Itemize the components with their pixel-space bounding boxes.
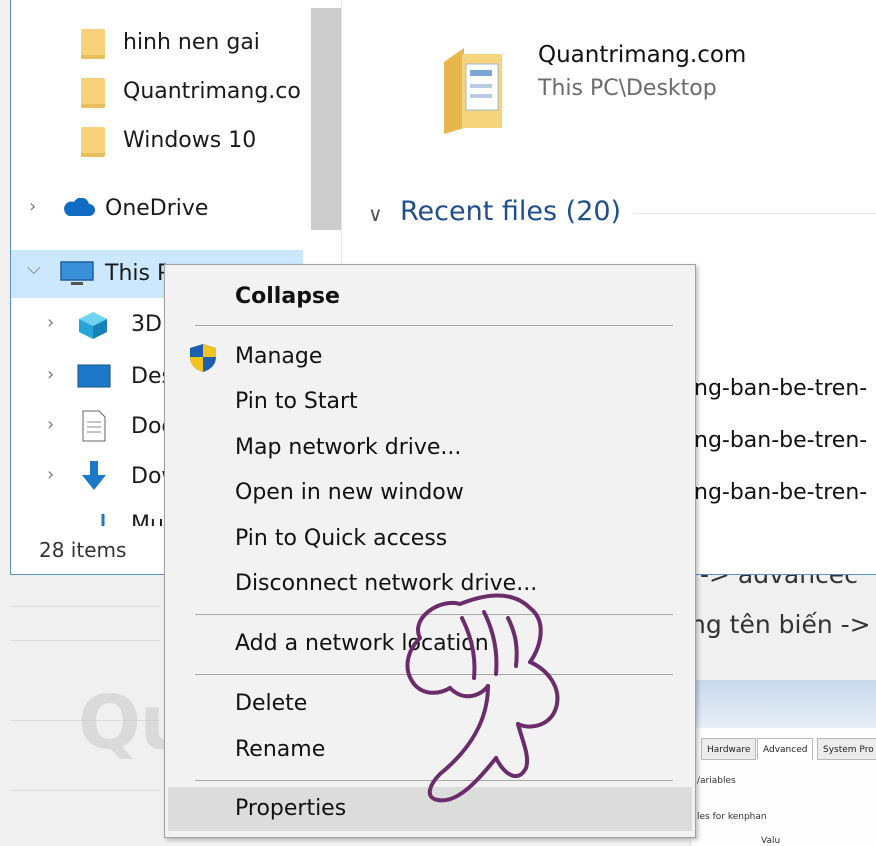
menu-item-label: Collapse xyxy=(235,284,340,309)
chevron-right-icon[interactable]: › xyxy=(47,312,54,333)
nav-item-label: Quantrimang.co xyxy=(123,79,301,104)
chevron-down-icon[interactable]: ∨ xyxy=(368,202,383,226)
menu-item-collapse[interactable]: Collapse xyxy=(165,275,695,319)
nav-item-label: hinh nen gai xyxy=(123,30,260,55)
nav-item-label: This P xyxy=(105,261,171,286)
nav-item-desktop[interactable]: Des xyxy=(77,358,177,394)
screenshot-label: les for kenphan xyxy=(697,812,767,822)
menu-item-label: Manage xyxy=(235,344,323,369)
nav-item-documents[interactable]: Doc xyxy=(77,408,177,444)
nav-item-label: OneDrive xyxy=(105,196,209,221)
nav-item-label: Windows 10 xyxy=(123,128,257,153)
nav-item-label: Mu xyxy=(131,512,164,526)
recent-files-divider xyxy=(634,213,876,214)
uac-shield-icon xyxy=(190,344,216,372)
embedded-screenshot: Hardware Advanced System Pro /ariables l… xyxy=(690,680,876,846)
menu-item-label: Delete xyxy=(235,691,308,716)
nav-item-windows-10[interactable]: Windows 10 xyxy=(81,124,301,160)
menu-item-open-new-window[interactable]: Open in new window xyxy=(165,471,695,515)
desktop-icon xyxy=(77,364,111,388)
bg-divider xyxy=(10,790,160,791)
hand-cursor-icon xyxy=(405,593,560,803)
screenshot-tab-hardware: Hardware xyxy=(701,738,757,760)
download-arrow-icon xyxy=(82,461,106,490)
folder-icon xyxy=(444,48,502,134)
folder-icon xyxy=(81,29,105,59)
nav-item-music[interactable]: Mu xyxy=(77,508,177,526)
bg-divider xyxy=(10,640,160,641)
nav-item-quantrimang[interactable]: Quantrimang.co xyxy=(81,75,301,111)
menu-item-map-network-drive[interactable]: Map network drive... xyxy=(165,426,695,470)
nav-scrollbar-thumb[interactable] xyxy=(311,8,342,230)
cloud-icon xyxy=(64,198,95,216)
nav-item-hinh-nen-gai[interactable]: hinh nen gai xyxy=(81,26,301,62)
document-icon xyxy=(82,410,106,442)
screenshot-tab-advanced: Advanced xyxy=(757,738,814,760)
recent-file-item[interactable]: ng-ban-be-tren- xyxy=(694,376,867,401)
screenshot-label: /ariables xyxy=(697,776,736,786)
bg-divider xyxy=(10,606,160,607)
screenshot-tab-system: System Pro xyxy=(817,738,876,760)
chevron-right-icon[interactable]: › xyxy=(47,414,54,435)
nav-item-onedrive[interactable]: OneDrive xyxy=(61,190,301,226)
chevron-right-icon[interactable]: › xyxy=(47,464,54,485)
screenshot-titlebar xyxy=(691,680,876,728)
folder-icon xyxy=(81,78,105,108)
menu-item-label: Pin to Quick access xyxy=(235,526,448,551)
menu-item-label: Properties xyxy=(235,796,347,821)
bg-text-line-2: ng tên biến -> xyxy=(690,610,871,639)
music-note-icon xyxy=(101,514,105,526)
folder-icon xyxy=(81,127,105,157)
recent-file-item[interactable]: ng-ban-be-tren- xyxy=(694,480,867,505)
cube-icon xyxy=(79,312,107,339)
chevron-right-icon[interactable]: › xyxy=(29,196,36,217)
location-path: This PC\Desktop xyxy=(538,76,717,101)
recent-files-heading[interactable]: Recent files (20) xyxy=(400,196,621,227)
menu-item-manage[interactable]: Manage xyxy=(165,335,695,379)
menu-item-pin-quick-access[interactable]: Pin to Quick access xyxy=(165,517,695,561)
menu-separator xyxy=(195,325,673,326)
menu-item-pin-to-start[interactable]: Pin to Start xyxy=(165,380,695,424)
screenshot-label: Valu xyxy=(761,836,781,846)
menu-item-label: Pin to Start xyxy=(235,389,358,414)
nav-item-downloads[interactable]: Dow xyxy=(77,458,179,494)
chevron-right-icon[interactable]: › xyxy=(47,364,54,385)
status-item-count: 28 items xyxy=(39,538,127,562)
menu-item-label: Open in new window xyxy=(235,480,464,505)
menu-item-label: Map network drive... xyxy=(235,435,462,460)
menu-item-label: Rename xyxy=(235,737,326,762)
chevron-down-icon[interactable]: ⌵ xyxy=(27,258,41,279)
recent-file-item[interactable]: ng-ban-be-tren- xyxy=(694,428,867,453)
computer-icon xyxy=(60,261,94,285)
nav-item-3d-objects[interactable]: 3D O xyxy=(77,306,186,342)
location-title[interactable]: Quantrimang.com xyxy=(538,42,746,68)
